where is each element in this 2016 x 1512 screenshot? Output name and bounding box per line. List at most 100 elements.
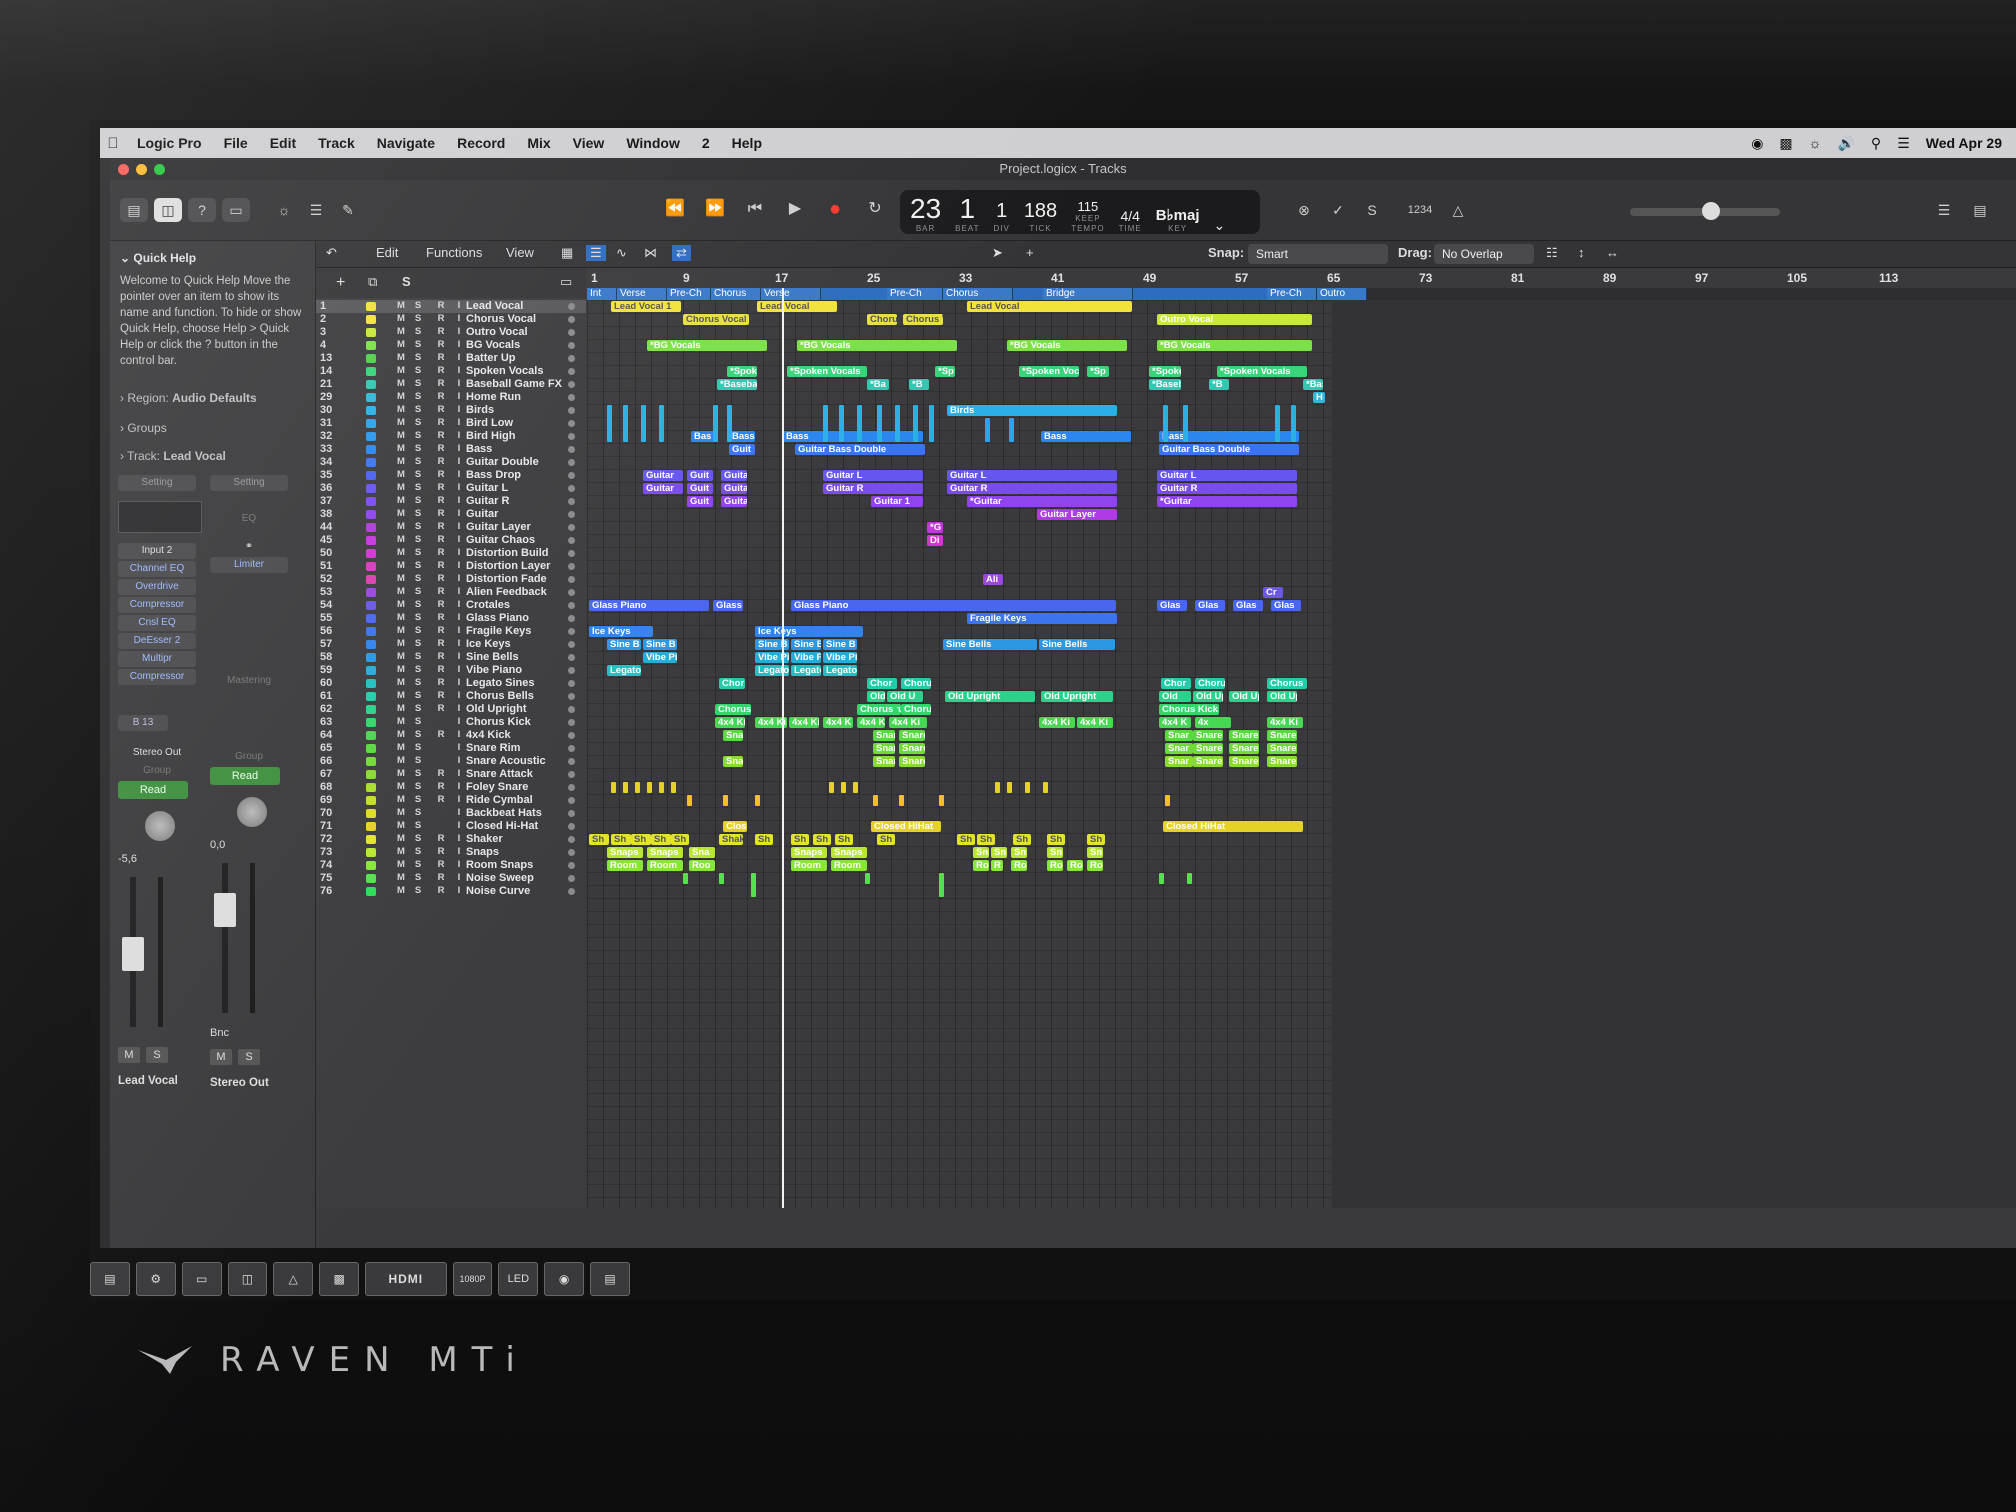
region[interactable]: Snare [1193,730,1223,741]
solo-button[interactable]: S [413,391,423,402]
region-block[interactable] [1025,782,1030,793]
region[interactable]: Legato [607,665,641,676]
solo-button[interactable]: S [413,339,423,350]
region[interactable]: Outro Vocal [1157,314,1312,325]
region-block[interactable] [853,782,858,793]
menu-2[interactable]: 2 [691,135,721,151]
track-volume-dot[interactable] [568,472,575,479]
lcd-key[interactable]: B♭maj KEY [1156,206,1200,234]
track-icon[interactable] [366,861,376,870]
mute-button[interactable]: M [396,599,406,610]
region-block[interactable] [929,405,934,442]
region[interactable]: Cr [1263,587,1283,598]
menu-track[interactable]: Track [307,135,366,151]
region[interactable]: Shak [719,834,743,845]
region[interactable]: R [991,860,1003,871]
tuning-icon[interactable]: ✓ [1324,198,1352,222]
close-window-button[interactable] [118,164,129,175]
record-enable-button[interactable]: R [436,547,446,558]
track-row[interactable]: 61 M S R I Chorus Bells [316,690,586,703]
solo-button[interactable]: S [413,313,423,324]
record-enable-button[interactable]: R [436,859,446,870]
record-enable-button[interactable]: R [436,300,446,311]
mute-button[interactable]: M [396,573,406,584]
record-enable-button[interactable]: R [436,846,446,857]
track-name[interactable]: Legato Sines [466,677,534,689]
pan-knob-2[interactable] [237,797,267,827]
region-block[interactable] [641,405,646,442]
region[interactable]: Sna [723,756,743,767]
track-name[interactable]: Noise Curve [466,885,530,897]
region-block[interactable] [865,873,870,884]
plugin-slot-4[interactable]: Cnsl EQ [118,615,196,631]
region[interactable]: Sh [877,834,895,845]
group-slot[interactable]: Group [118,763,196,779]
solo-button[interactable]: S [413,326,423,337]
strip-mute-button-2[interactable]: M [210,1049,232,1065]
track-icon[interactable] [366,432,376,441]
region[interactable]: Sna [689,847,715,858]
menu-window[interactable]: Window [615,135,691,151]
track-name[interactable]: Room Snaps [466,859,533,871]
region[interactable]: Bass [783,431,923,442]
mute-button[interactable]: M [396,352,406,363]
region[interactable]: Room [607,860,643,871]
list-editors-icon[interactable]: ☰ [1930,198,1958,222]
bar-ruler[interactable]: 1 9 17 25 33 41 49 57 65 73 81 89 97 105 113 [587,268,2016,288]
region[interactable]: Snaps [791,847,827,858]
region-block[interactable] [1159,873,1164,884]
track-volume-dot[interactable] [568,342,575,349]
region[interactable]: Glas [1195,600,1225,611]
input-monitor-button[interactable]: I [454,560,464,571]
flex-icon[interactable]: ⋈ [644,245,657,261]
track-icon[interactable] [366,848,376,857]
input-monitor-button[interactable]: I [454,729,464,740]
region-block[interactable] [841,782,846,793]
strip-mute-button[interactable]: M [118,1047,140,1063]
strip-solo-button-2[interactable]: S [238,1049,260,1065]
region[interactable]: Old Up [1267,691,1297,702]
input-monitor-button[interactable]: I [454,469,464,480]
region[interactable]: *Bas [1303,379,1323,390]
track-name[interactable]: Guitar Layer [466,521,531,533]
track-icon[interactable] [366,510,376,519]
region[interactable]: Old U [887,691,923,702]
mute-button[interactable]: M [396,391,406,402]
input-monitor-button[interactable]: I [454,638,464,649]
region-block[interactable] [659,405,664,442]
record-enable-button[interactable]: R [436,833,446,844]
track-icon[interactable] [366,783,376,792]
input-monitor-button[interactable]: I [454,508,464,519]
solo-button[interactable]: S [413,794,423,805]
track-icon[interactable] [366,354,376,363]
track-volume-dot[interactable] [568,394,575,401]
input-monitor-button[interactable]: I [454,742,464,753]
plugin-slot-5[interactable]: DeEsser 2 [118,633,196,649]
solo-button[interactable]: S [413,872,423,883]
track-name[interactable]: Backbeat Hats [466,807,542,819]
region-block[interactable] [719,873,724,884]
back-icon[interactable]: ↶ [326,245,337,261]
region[interactable]: *Guitar [1157,496,1297,507]
solo-button[interactable]: S [413,365,423,376]
track-volume-dot[interactable] [568,459,575,466]
fast-forward-icon[interactable]: ⏩ [700,196,730,222]
mute-button[interactable]: M [396,365,406,376]
track-row[interactable]: 70 M S I Backbeat Hats [316,807,586,820]
region[interactable]: *Spoken Voc [1019,366,1079,377]
track-volume-dot[interactable] [568,706,575,713]
region[interactable]: Old Up [1193,691,1223,702]
track-row[interactable]: 62 M S R I Old Upright [316,703,586,716]
lcd-tempo[interactable]: 115 KEEP TEMPO [1071,199,1104,234]
track-name[interactable]: Guitar Chaos [466,534,535,546]
track-row[interactable]: 52 M S R I Distortion Fade [316,573,586,586]
mixer-icon[interactable]: ☰ [302,198,330,222]
track-row[interactable]: 38 M S R I Guitar [316,508,586,521]
region-block[interactable] [723,795,728,806]
mute-button[interactable]: M [396,313,406,324]
track-name[interactable]: Baseball Game FX [466,378,562,390]
track-icon[interactable] [366,471,376,480]
solo-button[interactable]: S [413,742,423,753]
input-monitor-button[interactable]: I [454,794,464,805]
region[interactable]: Guitar [643,470,683,481]
